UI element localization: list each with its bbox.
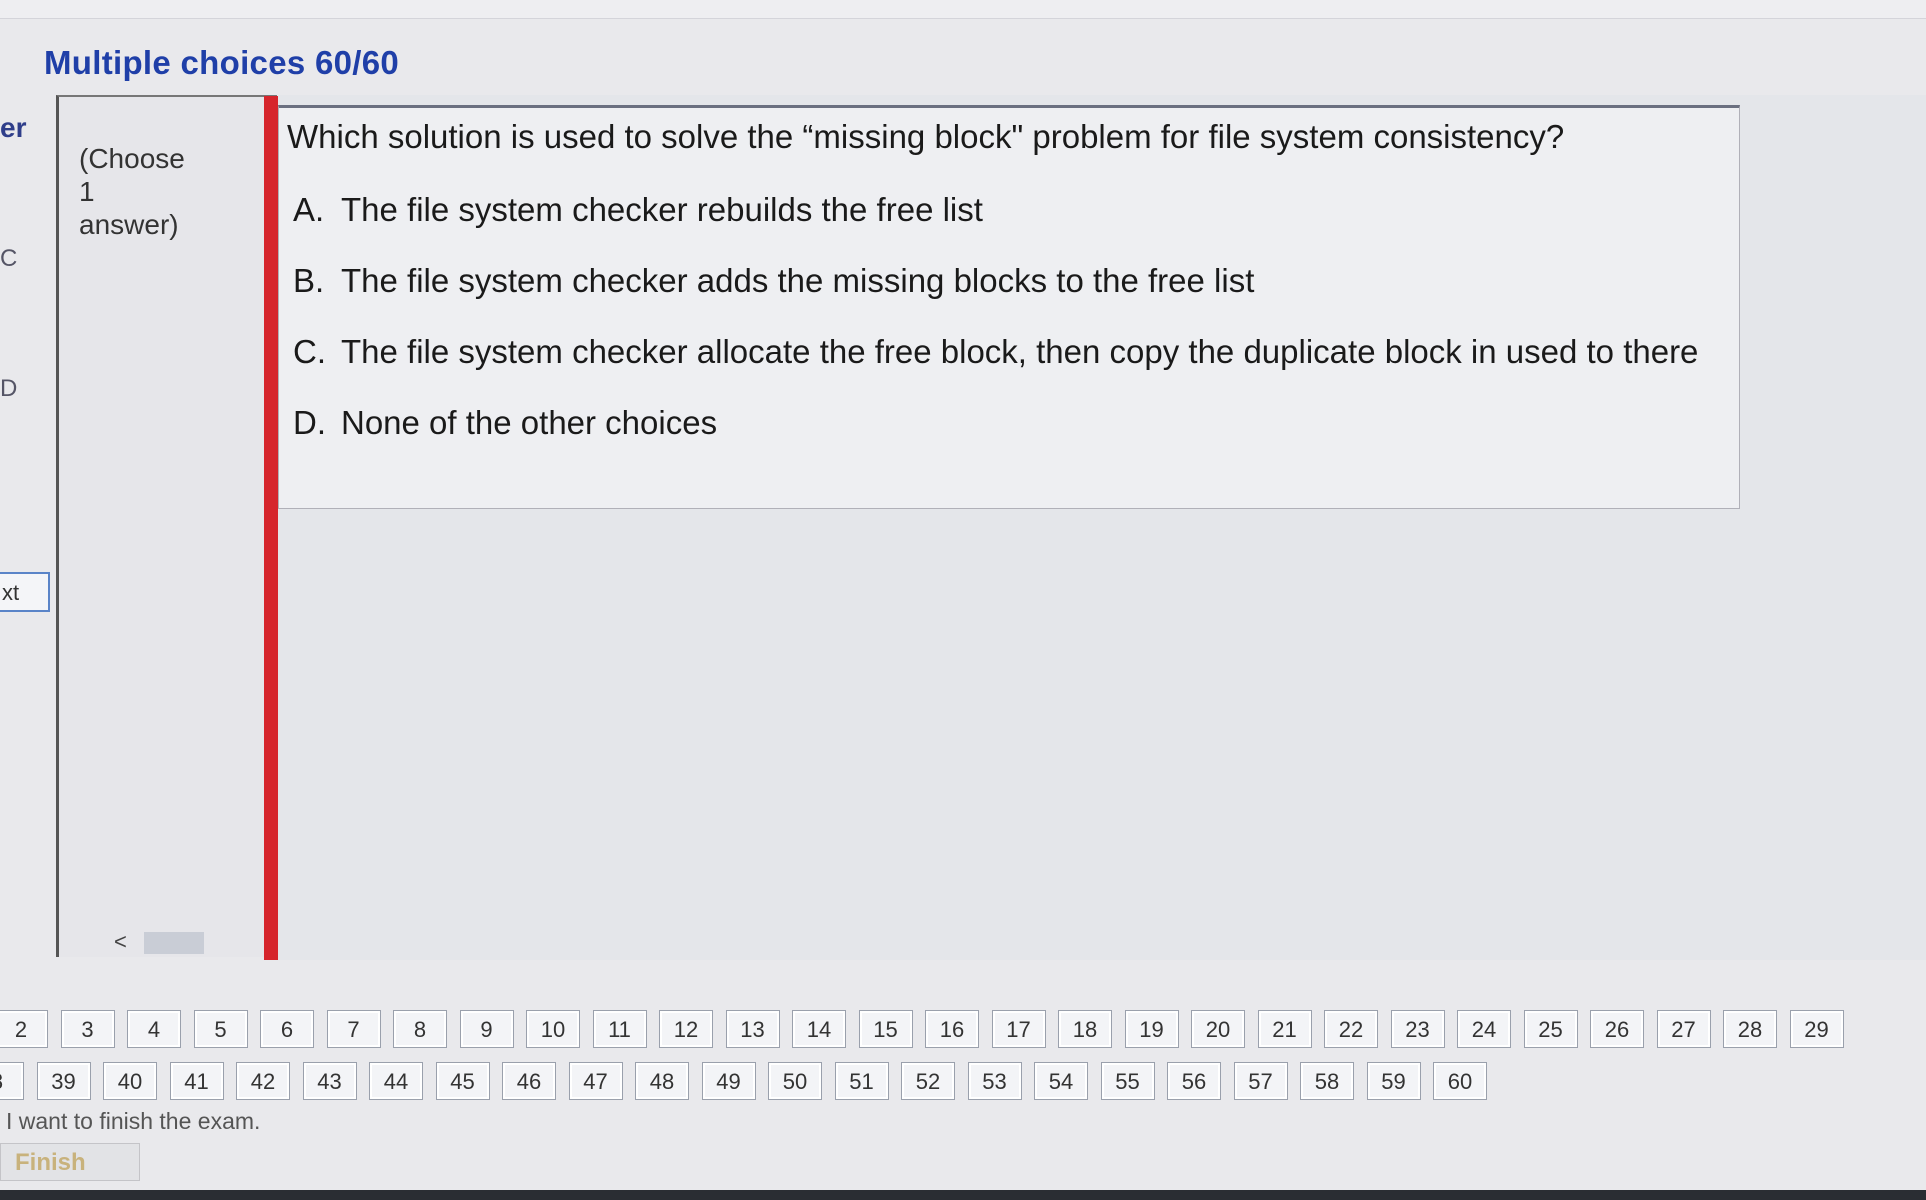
question-nav-button[interactable]: 60 bbox=[1433, 1062, 1487, 1100]
cropped-label-1: er bbox=[0, 112, 27, 143]
question-nav-button[interactable]: 52 bbox=[901, 1062, 955, 1100]
question-nav-button[interactable]: 46 bbox=[502, 1062, 556, 1100]
question-nav-button[interactable]: 17 bbox=[991, 1010, 1046, 1048]
question-nav-button[interactable]: 22 bbox=[1324, 1010, 1378, 1048]
cropped-label-3: D bbox=[0, 375, 18, 402]
answer-option-c[interactable]: C. The file system checker allocate the f… bbox=[293, 332, 1698, 403]
question-nav-button[interactable]: 10 bbox=[526, 1010, 580, 1048]
question-nav-button[interactable]: 16 bbox=[925, 1010, 979, 1048]
finish-prompt: I want to finish the exam. bbox=[6, 1108, 261, 1134]
answer-letter: A. bbox=[293, 191, 325, 228]
answer-letter: D. bbox=[293, 404, 326, 441]
question-nav-button[interactable]: 59 bbox=[1366, 1062, 1421, 1100]
question-nav-button[interactable]: 41 bbox=[169, 1062, 224, 1100]
answer-option-d[interactable]: D. None of the other choices bbox=[293, 403, 1698, 474]
top-strip bbox=[0, 0, 1926, 19]
question-nav-button[interactable]: 40 bbox=[103, 1062, 157, 1100]
question-nav-button[interactable]: 15 bbox=[858, 1010, 913, 1048]
question-nav-button[interactable]: 21 bbox=[1257, 1010, 1312, 1048]
choose-hint-line-3: answer) bbox=[79, 209, 179, 240]
question-nav-button[interactable]: 43 bbox=[302, 1062, 357, 1100]
scroll-thumb[interactable] bbox=[144, 932, 204, 954]
cropped-label-2: C bbox=[0, 245, 18, 272]
question-nav-button[interactable]: 27 bbox=[1656, 1010, 1711, 1048]
divider-bar bbox=[264, 96, 278, 960]
question-nav-button[interactable]: 2 bbox=[0, 1010, 48, 1048]
question-nav-button[interactable]: 6 bbox=[260, 1010, 314, 1048]
question-nav-button[interactable]: 8 bbox=[393, 1010, 447, 1048]
question-nav-button[interactable]: 51 bbox=[834, 1062, 889, 1100]
question-nav-button[interactable]: 39 bbox=[36, 1062, 91, 1100]
question-nav-button[interactable]: 11 bbox=[592, 1010, 647, 1048]
question-nav-button[interactable]: 42 bbox=[236, 1062, 290, 1100]
question-nav-button[interactable]: 29 bbox=[1789, 1010, 1844, 1048]
answer-text: The file system checker rebuilds the fre… bbox=[341, 191, 983, 228]
page-title: Multiple choices 60/60 bbox=[44, 44, 400, 81]
answer-option-a[interactable]: A. The file system checker rebuilds the f… bbox=[293, 190, 1698, 261]
horizontal-scrollbar[interactable]: < > bbox=[114, 929, 289, 957]
question-nav-button[interactable]: 48 bbox=[635, 1062, 689, 1100]
question-nav-button[interactable]: 8 bbox=[0, 1062, 24, 1100]
next-button[interactable]: xt bbox=[0, 572, 50, 612]
question-nav-button[interactable]: 9 bbox=[459, 1010, 514, 1048]
answer-letter: B. bbox=[293, 262, 325, 299]
question-nav-button[interactable]: 50 bbox=[768, 1062, 822, 1100]
scroll-left-icon[interactable]: < bbox=[114, 929, 127, 955]
question-text: Which solution is used to solve the “mis… bbox=[287, 118, 1565, 155]
question-nav-button[interactable]: 53 bbox=[967, 1062, 1022, 1100]
question-nav-button[interactable]: 55 bbox=[1100, 1062, 1155, 1100]
question-nav-button[interactable]: 7 bbox=[326, 1010, 381, 1048]
question-nav-button[interactable]: 3 bbox=[60, 1010, 115, 1048]
question-nav-button[interactable]: 13 bbox=[725, 1010, 780, 1048]
question-box: Which solution is used to solve the “mis… bbox=[278, 105, 1740, 509]
answer-list: A. The file system checker rebuilds the f… bbox=[293, 190, 1698, 474]
question-area: Which solution is used to solve the “mis… bbox=[278, 95, 1926, 960]
taskbar-edge bbox=[0, 1190, 1926, 1200]
question-nav-button[interactable]: 14 bbox=[792, 1010, 846, 1048]
question-nav-button[interactable]: 54 bbox=[1034, 1062, 1088, 1100]
finish-button[interactable]: Finish bbox=[0, 1143, 140, 1181]
question-nav-button[interactable]: 44 bbox=[369, 1062, 423, 1100]
instruction-panel: (Choose 1 answer) < > bbox=[56, 95, 289, 957]
question-nav-button[interactable]: 5 bbox=[193, 1010, 248, 1048]
question-nav-button[interactable]: 47 bbox=[568, 1062, 623, 1100]
question-nav-button[interactable]: 12 bbox=[659, 1010, 713, 1048]
answer-text: The file system checker adds the missing… bbox=[341, 262, 1255, 299]
answer-option-b[interactable]: B. The file system checker adds the missi… bbox=[293, 261, 1698, 332]
answer-letter: C. bbox=[293, 333, 326, 370]
answer-text: None of the other choices bbox=[341, 404, 718, 441]
question-nav-button[interactable]: 56 bbox=[1167, 1062, 1221, 1100]
answer-text: The file system checker allocate the fre… bbox=[341, 333, 1699, 370]
question-nav-button[interactable]: 57 bbox=[1233, 1062, 1288, 1100]
question-nav-button[interactable]: 24 bbox=[1457, 1010, 1511, 1048]
question-nav-button[interactable]: 28 bbox=[1723, 1010, 1777, 1048]
choose-hint-line-1: (Choose bbox=[79, 143, 185, 174]
question-nav-button[interactable]: 26 bbox=[1590, 1010, 1644, 1048]
question-nav-button[interactable]: 58 bbox=[1300, 1062, 1354, 1100]
choose-hint: (Choose 1 answer) bbox=[79, 142, 229, 241]
question-nav-button[interactable]: 49 bbox=[701, 1062, 756, 1100]
choose-hint-line-2: 1 bbox=[79, 176, 95, 207]
question-nav-button[interactable]: 20 bbox=[1191, 1010, 1245, 1048]
question-nav-button[interactable]: 18 bbox=[1058, 1010, 1112, 1048]
question-nav-button[interactable]: 4 bbox=[127, 1010, 181, 1048]
question-nav-button[interactable]: 45 bbox=[435, 1062, 490, 1100]
question-nav-button[interactable]: 25 bbox=[1523, 1010, 1578, 1048]
question-nav-button[interactable]: 23 bbox=[1390, 1010, 1445, 1048]
question-nav-button[interactable]: 19 bbox=[1124, 1010, 1179, 1048]
